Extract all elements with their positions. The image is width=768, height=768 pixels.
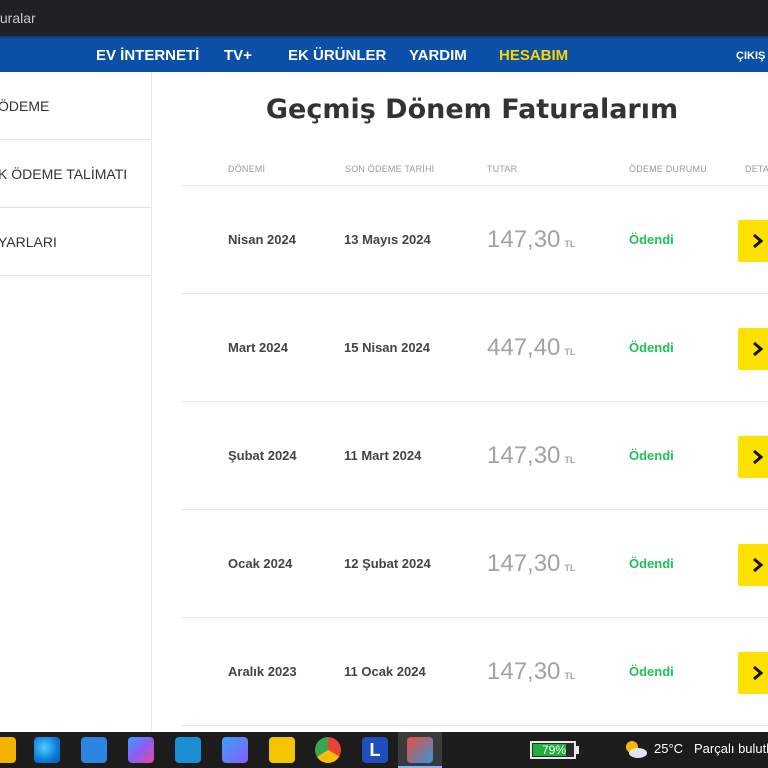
chrome-icon[interactable] (315, 737, 341, 763)
chevron-right-icon (753, 233, 764, 249)
row-period: Aralık 2023 (228, 664, 297, 679)
sticky-notes-icon[interactable] (269, 737, 295, 763)
table-row: Nisan 2024 13 Mayıs 2024 147,30 TL Ödendi (182, 186, 768, 294)
page-title: Geçmiş Dönem Faturalarım (265, 94, 679, 125)
battery-percent: 79% (541, 743, 567, 757)
battery-tip (576, 746, 579, 754)
header-due-date: SON ÖDEME TARİHİ (345, 164, 435, 174)
nav-hesabim[interactable]: HESABIM (499, 38, 568, 74)
sidebar-item-label: ÖDEME (0, 98, 50, 114)
nav-yardim[interactable]: YARDIM (409, 38, 467, 74)
row-period: Mart 2024 (228, 340, 288, 355)
row-due-date: 13 Mayıs 2024 (344, 232, 431, 247)
main-content: Geçmiş Dönem Faturalarım DÖNEMİ SON ÖDEM… (152, 72, 768, 732)
row-due-date: 15 Nisan 2024 (344, 340, 431, 355)
amount-currency: TL (564, 239, 576, 249)
chevron-right-icon (753, 557, 764, 573)
row-amount: 147,30 TL (487, 550, 575, 578)
browser-tab-title: turalar (0, 10, 36, 26)
row-due-date: 12 Şubat 2024 (344, 556, 431, 571)
detail-button[interactable] (738, 652, 768, 694)
sidebar-item-label: K ÖDEME TALİMATI (0, 166, 128, 182)
sidebar-item-ayarlari[interactable]: YARLARI (0, 208, 151, 276)
detail-button[interactable] (738, 544, 768, 586)
status-badge: Ödendi (629, 232, 674, 247)
browser-tab-strip: turalar (0, 0, 768, 36)
header-amount: TUTAR (487, 164, 518, 174)
chevron-right-icon (753, 449, 764, 465)
file-explorer-icon[interactable] (0, 737, 16, 763)
sidebar-item-odeme[interactable]: ÖDEME (0, 72, 151, 140)
copilot-icon[interactable] (128, 737, 154, 763)
taskbar: L (0, 732, 768, 768)
status-badge: Ödendi (629, 448, 674, 463)
sidebar-item-odeme-talimati[interactable]: K ÖDEME TALİMATI (0, 140, 151, 208)
row-due-date: 11 Mart 2024 (344, 448, 422, 463)
active-app-icon[interactable] (407, 737, 433, 763)
amount-value: 147,30 (487, 442, 561, 469)
detail-button[interactable] (738, 220, 768, 262)
detail-button[interactable] (738, 328, 768, 370)
chevron-right-icon (753, 665, 764, 681)
nav-ev-interneti[interactable]: EV İNTERNETİ (96, 38, 199, 74)
nav-tv-plus[interactable]: TV+ (224, 38, 252, 74)
partly-cloudy-icon (626, 741, 647, 758)
row-period: Nisan 2024 (228, 232, 296, 247)
row-amount: 147,30 TL (487, 226, 575, 254)
row-due-date: 11 Ocak 2024 (344, 664, 426, 679)
status-badge: Ödendi (629, 664, 674, 679)
l-app-icon[interactable]: L (362, 737, 388, 763)
header-detail: DETA (745, 164, 768, 174)
table-row: Aralık 2023 11 Ocak 2024 147,30 TL Ödendi (182, 618, 768, 726)
browser-tab[interactable]: turalar (0, 0, 768, 36)
edge-icon[interactable] (34, 737, 60, 763)
chevron-right-icon (753, 341, 764, 357)
logout-link[interactable]: ÇIKIŞ (736, 38, 765, 74)
amount-currency: TL (564, 347, 576, 357)
row-period: Şubat 2024 (228, 448, 297, 463)
weather-description[interactable]: Parçalı bulutl (694, 741, 768, 756)
sidebar: ÖDEME K ÖDEME TALİMATI YARLARI (0, 72, 152, 732)
table-row: Ocak 2024 12 Şubat 2024 147,30 TL Ödendi (182, 510, 768, 618)
mail-icon[interactable] (81, 737, 107, 763)
table-header: DÖNEMİ SON ÖDEME TARİHİ TUTAR ÖDEME DURU… (182, 158, 768, 186)
copilot-2-icon[interactable] (222, 737, 248, 763)
amount-currency: TL (564, 671, 576, 681)
weather-temperature[interactable]: 25°C (654, 741, 683, 756)
amount-currency: TL (564, 455, 576, 465)
amount-currency: TL (564, 563, 576, 573)
row-period: Ocak 2024 (228, 556, 293, 571)
detail-button[interactable] (738, 436, 768, 478)
amount-value: 147,30 (487, 226, 561, 253)
amount-value: 147,30 (487, 658, 561, 685)
top-navigation: EV İNTERNETİ TV+ EK ÜRÜNLER YARDIM HESAB… (0, 36, 768, 72)
header-status: ÖDEME DURUMU (629, 164, 707, 174)
row-amount: 447,40 TL (487, 334, 575, 362)
laptop-icon[interactable] (175, 737, 201, 763)
table-row: Şubat 2024 11 Mart 2024 147,30 TL Ödendi (182, 402, 768, 510)
amount-value: 147,30 (487, 550, 561, 577)
battery-indicator[interactable]: 79% (530, 741, 576, 759)
header-period: DÖNEMİ (228, 164, 266, 174)
amount-value: 447,40 (487, 334, 561, 361)
row-amount: 147,30 TL (487, 442, 575, 470)
table-row: Mart 2024 15 Nisan 2024 447,40 TL Ödendi (182, 294, 768, 402)
nav-ek-urunler[interactable]: EK ÜRÜNLER (288, 38, 386, 74)
status-badge: Ödendi (629, 340, 674, 355)
sidebar-item-label: YARLARI (0, 234, 57, 250)
row-amount: 147,30 TL (487, 658, 575, 686)
status-badge: Ödendi (629, 556, 674, 571)
